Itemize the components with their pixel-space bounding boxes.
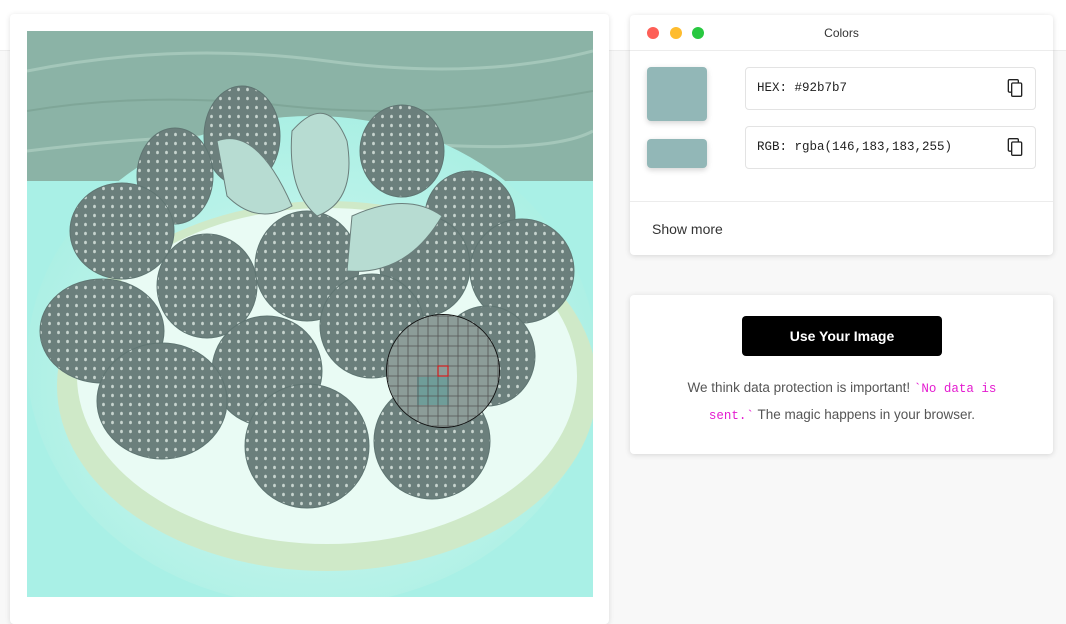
rgb-value: RGB: rgba(146,183,183,255) bbox=[757, 140, 953, 154]
loupe-grid bbox=[387, 315, 499, 427]
divider bbox=[630, 201, 1053, 202]
color-picker-loupe[interactable] bbox=[386, 314, 500, 428]
window-titlebar: Colors bbox=[630, 15, 1053, 51]
privacy-note-prefix: We think data protection is important! bbox=[687, 380, 914, 395]
privacy-note: We think data protection is important! `… bbox=[666, 375, 1018, 429]
privacy-note-suffix: The magic happens in your browser. bbox=[753, 407, 976, 422]
use-your-image-button[interactable]: Use Your Image bbox=[742, 316, 942, 356]
copy-icon[interactable] bbox=[1005, 137, 1025, 157]
upload-panel: Use Your Image We think data protection … bbox=[630, 295, 1053, 454]
hex-value-box: HEX: #92b7b7 bbox=[745, 67, 1036, 110]
rgb-value-box: RGB: rgba(146,183,183,255) bbox=[745, 126, 1036, 169]
color-swatch-small bbox=[647, 139, 707, 168]
copy-icon[interactable] bbox=[1005, 78, 1025, 98]
strawberry-tart-image bbox=[27, 31, 593, 597]
colors-panel: Colors HEX: #92b7b7 RGB: rgba(146,183,18… bbox=[630, 15, 1053, 255]
privacy-note-code-1: `No data is bbox=[913, 382, 997, 396]
hex-value: HEX: #92b7b7 bbox=[757, 81, 848, 95]
window-title: Colors bbox=[824, 26, 859, 40]
photo-canvas[interactable] bbox=[27, 31, 593, 597]
color-swatch-large bbox=[647, 67, 707, 121]
image-card bbox=[10, 14, 609, 624]
show-more-link[interactable]: Show more bbox=[652, 221, 723, 237]
privacy-note-code-2: sent.` bbox=[708, 409, 754, 423]
